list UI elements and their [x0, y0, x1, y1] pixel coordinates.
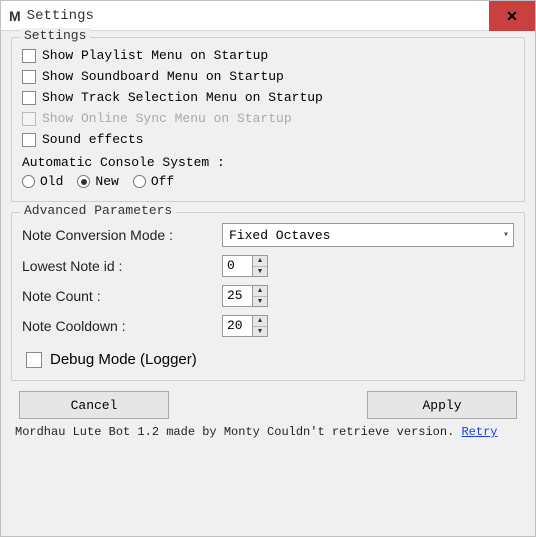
chevron-down-icon: ▾	[503, 229, 509, 241]
cooldown-down-button[interactable]: ▼	[253, 327, 267, 337]
count-value[interactable]: 25	[222, 285, 252, 307]
app-icon: M	[9, 8, 21, 24]
show-playlist-checkbox[interactable]	[22, 49, 36, 63]
mode-value: Fixed Octaves	[229, 228, 330, 243]
show-online-row: Show Online Sync Menu on Startup	[22, 111, 514, 126]
window-title: Settings	[27, 8, 94, 24]
debug-label: Debug Mode (Logger)	[50, 351, 197, 368]
spinner-buttons: ▲ ▼	[252, 315, 268, 337]
button-row: Cancel Apply	[11, 391, 525, 419]
acs-radio-group: Old New Off	[22, 174, 514, 189]
show-playlist-row: Show Playlist Menu on Startup	[22, 48, 514, 63]
count-spinner[interactable]: 25 ▲ ▼	[222, 285, 268, 307]
cooldown-spinner[interactable]: 20 ▲ ▼	[222, 315, 268, 337]
settings-window: M Settings ✕ Settings Show Playlist Menu…	[0, 0, 536, 537]
debug-checkbox[interactable]	[26, 352, 42, 368]
show-online-checkbox	[22, 112, 36, 126]
settings-group-title: Settings	[20, 28, 90, 43]
spinner-buttons: ▲ ▼	[252, 285, 268, 307]
cooldown-label: Note Cooldown :	[22, 318, 222, 334]
close-icon: ✕	[506, 8, 518, 25]
lowest-down-button[interactable]: ▼	[253, 267, 267, 277]
lowest-spinner[interactable]: 0 ▲ ▼	[222, 255, 268, 277]
mode-row: Note Conversion Mode : Fixed Octaves ▾	[22, 223, 514, 247]
cooldown-value[interactable]: 20	[222, 315, 252, 337]
sound-effects-checkbox[interactable]	[22, 133, 36, 147]
radio-icon	[133, 175, 146, 188]
sound-effects-row: Sound effects	[22, 132, 514, 147]
show-soundboard-row: Show Soundboard Menu on Startup	[22, 69, 514, 84]
advanced-group: Advanced Parameters Note Conversion Mode…	[11, 212, 525, 381]
debug-row: Debug Mode (Logger)	[26, 351, 514, 368]
titlebar: M Settings ✕	[1, 1, 535, 31]
acs-radio-new[interactable]: New	[77, 174, 118, 189]
lowest-up-button[interactable]: ▲	[253, 256, 267, 267]
sound-effects-label: Sound effects	[42, 132, 143, 147]
spinner-buttons: ▲ ▼	[252, 255, 268, 277]
acs-off-label: Off	[151, 174, 174, 189]
mode-label: Note Conversion Mode :	[22, 227, 222, 243]
cancel-button[interactable]: Cancel	[19, 391, 169, 419]
lowest-label: Lowest Note id :	[22, 258, 222, 274]
content-area: Settings Show Playlist Menu on Startup S…	[1, 31, 535, 443]
lowest-row: Lowest Note id : 0 ▲ ▼	[22, 255, 514, 277]
show-playlist-label: Show Playlist Menu on Startup	[42, 48, 268, 63]
settings-group: Settings Show Playlist Menu on Startup S…	[11, 37, 525, 202]
apply-button[interactable]: Apply	[367, 391, 517, 419]
acs-label: Automatic Console System :	[22, 155, 514, 170]
show-track-checkbox[interactable]	[22, 91, 36, 105]
count-row: Note Count : 25 ▲ ▼	[22, 285, 514, 307]
show-soundboard-checkbox[interactable]	[22, 70, 36, 84]
show-track-row: Show Track Selection Menu on Startup	[22, 90, 514, 105]
acs-radio-old[interactable]: Old	[22, 174, 63, 189]
acs-radio-off[interactable]: Off	[133, 174, 174, 189]
footer: Mordhau Lute Bot 1.2 made by Monty Could…	[11, 419, 525, 439]
retry-link[interactable]: Retry	[461, 425, 497, 439]
show-soundboard-label: Show Soundboard Menu on Startup	[42, 69, 284, 84]
close-button[interactable]: ✕	[489, 1, 535, 31]
mode-dropdown[interactable]: Fixed Octaves ▾	[222, 223, 514, 247]
footer-text: Mordhau Lute Bot 1.2 made by Monty Could…	[15, 425, 454, 439]
count-down-button[interactable]: ▼	[253, 297, 267, 307]
acs-new-label: New	[95, 174, 118, 189]
lowest-value[interactable]: 0	[222, 255, 252, 277]
count-up-button[interactable]: ▲	[253, 286, 267, 297]
show-online-label: Show Online Sync Menu on Startup	[42, 111, 292, 126]
radio-icon	[22, 175, 35, 188]
advanced-group-title: Advanced Parameters	[20, 203, 176, 218]
cooldown-row: Note Cooldown : 20 ▲ ▼	[22, 315, 514, 337]
cooldown-up-button[interactable]: ▲	[253, 316, 267, 327]
acs-old-label: Old	[40, 174, 63, 189]
radio-icon	[77, 175, 90, 188]
show-track-label: Show Track Selection Menu on Startup	[42, 90, 323, 105]
count-label: Note Count :	[22, 288, 222, 304]
